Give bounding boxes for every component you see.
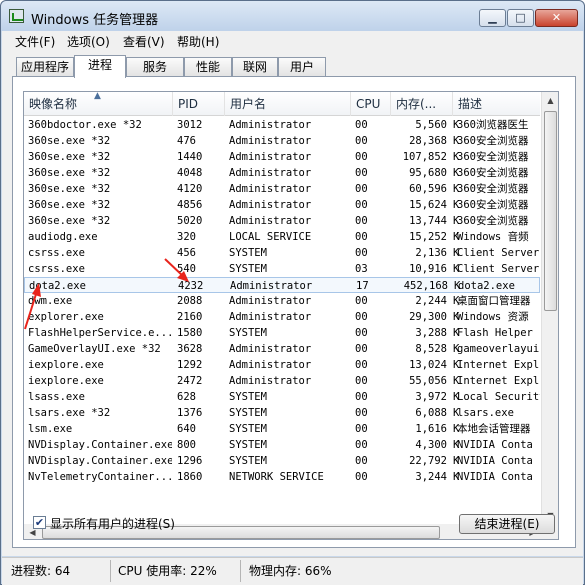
arrow-to-pid-icon <box>164 258 189 282</box>
arrow-to-name-icon <box>24 283 41 330</box>
task-manager-window: Windows 任务管理器 ▁ □ ✕ 文件(F) 选项(O) 查看(V) 帮助… <box>0 0 585 585</box>
annotation-arrows <box>24 258 189 330</box>
